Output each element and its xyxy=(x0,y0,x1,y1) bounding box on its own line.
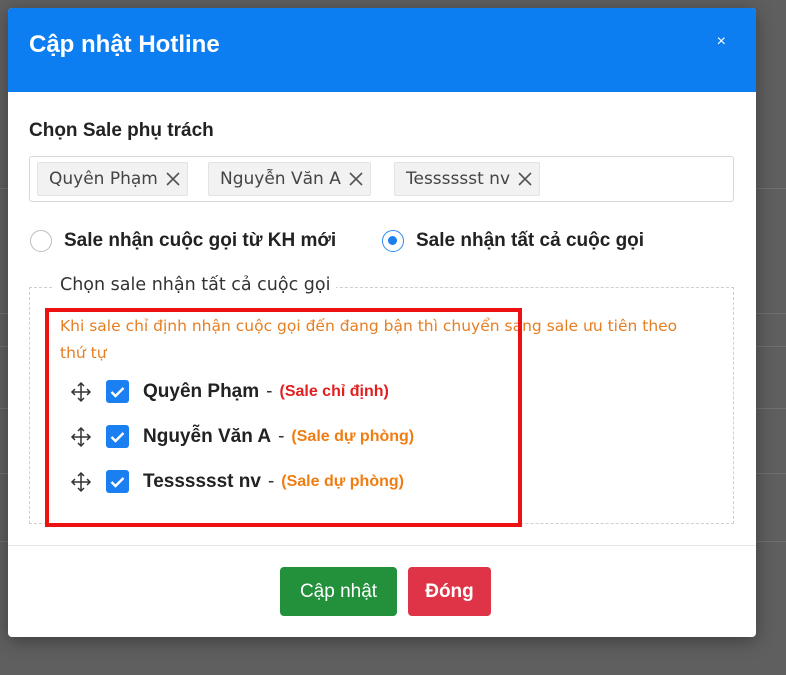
remove-tag-icon[interactable] xyxy=(517,171,533,187)
radio-label: Sale nhận tất cả cuộc gọi xyxy=(416,230,645,251)
close-icon[interactable]: × xyxy=(717,34,726,50)
sale-tag: Quyên Phạm xyxy=(37,162,188,196)
sale-tag: Tesssssst nv xyxy=(394,162,541,196)
close-button[interactable]: Đóng xyxy=(408,567,491,616)
sale-tag-label: Tesssssst nv xyxy=(406,169,511,189)
modal-title: Cập nhật Hotline xyxy=(29,31,220,58)
sale-tag-label: Quyên Phạm xyxy=(49,169,158,189)
sale-multiselect[interactable]: Quyên Phạm Nguyễn Văn A Tesssssst nv xyxy=(29,156,734,202)
highlight-box xyxy=(45,308,522,527)
sale-tag: Nguyễn Văn A xyxy=(208,162,371,196)
remove-tag-icon[interactable] xyxy=(348,171,364,187)
sale-select-label: Chọn Sale phụ trách xyxy=(29,120,214,141)
sale-tag-label: Nguyễn Văn A xyxy=(220,169,341,189)
radio-label: Sale nhận cuộc gọi từ KH mới xyxy=(64,230,337,251)
radio-option-new-customer[interactable]: Sale nhận cuộc gọi từ KH mới xyxy=(30,230,336,252)
modal-header: Cập nhật Hotline × xyxy=(8,8,756,92)
radio-button[interactable] xyxy=(30,230,52,252)
update-button[interactable]: Cập nhật xyxy=(280,567,397,616)
remove-tag-icon[interactable] xyxy=(165,171,181,187)
radio-option-all-calls[interactable]: Sale nhận tất cả cuộc gọi xyxy=(382,230,644,252)
update-hotline-modal: Cập nhật Hotline × Chọn Sale phụ trách Q… xyxy=(8,8,756,637)
radio-button-checked[interactable] xyxy=(382,230,404,252)
footer-divider xyxy=(8,545,756,546)
priority-legend: Chọn sale nhận tất cả cuộc gọi xyxy=(54,275,337,295)
